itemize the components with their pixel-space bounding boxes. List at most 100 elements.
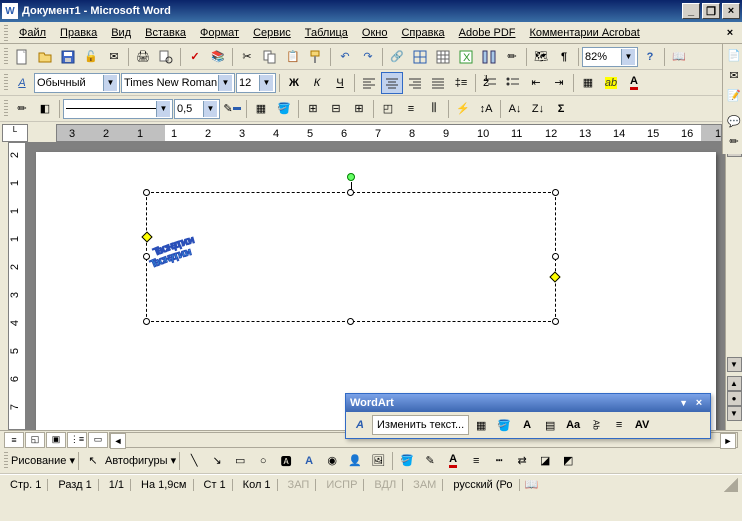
menu-table[interactable]: Таблица (299, 25, 354, 41)
spellcheck-button[interactable]: ✓ (184, 46, 206, 68)
rectangle-button[interactable]: ▭ (229, 450, 251, 472)
next-page-button[interactable]: ▼ (727, 406, 742, 421)
convert-and-email-button[interactable]: ✉ (725, 66, 742, 84)
align-top-left-button[interactable]: ◰ (377, 98, 399, 120)
line-style-combo[interactable]: ▼ (63, 99, 173, 119)
shading-color-button[interactable]: 🪣 (273, 98, 295, 120)
status-ext[interactable]: ВДЛ (368, 479, 403, 491)
split-cells-button[interactable]: ⊞ (348, 98, 370, 120)
edit-text-button[interactable]: Изменить текст... (372, 415, 469, 435)
vertical-scrollbar[interactable]: ▲ ▼ ▲ ● ▼ (725, 142, 742, 430)
char-spacing-button[interactable]: AV (631, 414, 653, 436)
align-left-button[interactable] (358, 72, 380, 94)
select-objects-button[interactable]: ↖ (82, 450, 104, 472)
acrobat-markup-button[interactable]: ✏ (725, 132, 742, 150)
text-direction-button[interactable]: ↕A (475, 98, 497, 120)
save-button[interactable] (57, 46, 79, 68)
resize-handle[interactable] (143, 318, 150, 325)
menu-adobe-pdf[interactable]: Adobe PDF (453, 25, 522, 41)
menu-insert[interactable]: Вставка (139, 25, 192, 41)
close-document-button[interactable]: × (722, 26, 738, 40)
reading-view-button[interactable]: ▭ (88, 432, 108, 448)
dropdown-icon[interactable]: ▼ (203, 101, 217, 117)
hyperlink-button[interactable]: 🔗 (386, 46, 408, 68)
autoformat-button[interactable]: ⚡ (452, 98, 474, 120)
font-combo[interactable]: Times New Roman▼ (121, 73, 235, 93)
line-weight-combo[interactable]: 0,5▼ (174, 99, 220, 119)
dropdown-icon[interactable]: ▼ (103, 75, 117, 91)
sort-desc-button[interactable]: Z↓ (527, 98, 549, 120)
rotate-handle[interactable] (347, 173, 355, 181)
horizontal-ruler[interactable]: 3211234567891011121314151617 (56, 124, 722, 142)
decrease-indent-button[interactable]: ⇤ (525, 72, 547, 94)
tables-borders-button[interactable] (409, 46, 431, 68)
redo-button[interactable]: ↷ (357, 46, 379, 68)
grip-icon[interactable] (4, 452, 8, 470)
scroll-left-button[interactable]: ◄ (110, 433, 126, 449)
underline-button[interactable]: Ч (329, 72, 351, 94)
shadow-style-button[interactable]: ◪ (534, 450, 556, 472)
style-combo[interactable]: Обычный▼ (34, 73, 120, 93)
open-button[interactable] (34, 46, 56, 68)
line-button[interactable]: ╲ (183, 450, 205, 472)
menu-edit[interactable]: Правка (54, 25, 103, 41)
email-button[interactable]: ✉ (103, 46, 125, 68)
scroll-right-button[interactable]: ► (720, 433, 736, 449)
wordart-shape-button[interactable]: A (516, 414, 538, 436)
new-doc-button[interactable] (11, 46, 33, 68)
insert-diagram-button[interactable]: ◉ (321, 450, 343, 472)
wordart-toolbar-title[interactable]: WordArt ▼ × (346, 394, 710, 412)
close-button[interactable]: × (722, 3, 740, 19)
outline-view-button[interactable]: ⋮≡ (67, 432, 87, 448)
font-color-button[interactable]: A (442, 450, 464, 472)
restore-button[interactable]: ❐ (702, 3, 720, 19)
research-button[interactable]: 📚 (207, 46, 229, 68)
autosum-button[interactable]: Σ (550, 98, 572, 120)
wordart-gallery-button[interactable]: ▦ (470, 414, 492, 436)
border-color-button[interactable]: ✎ (221, 98, 243, 120)
merge-cells-button[interactable]: ⊟ (325, 98, 347, 120)
3d-style-button[interactable]: ◩ (557, 450, 579, 472)
styles-pane-button[interactable]: A (11, 72, 33, 94)
same-letter-heights-button[interactable]: Aa (562, 414, 584, 436)
convert-and-review-button[interactable]: 📝 (725, 86, 742, 104)
outside-border-button[interactable]: ▦ (250, 98, 272, 120)
vertical-text-button[interactable]: Ab (585, 414, 607, 436)
status-ovr[interactable]: ЗАМ (407, 479, 443, 491)
resize-handle[interactable] (552, 189, 559, 196)
status-trk[interactable]: ИСПР (320, 479, 364, 491)
resize-handle[interactable] (143, 253, 150, 260)
format-painter-button[interactable] (305, 46, 327, 68)
print-preview-button[interactable] (155, 46, 177, 68)
insert-table-button[interactable]: ⊞ (302, 98, 324, 120)
align-center-button[interactable] (381, 72, 403, 94)
distribute-cols-button[interactable]: ⫼ (423, 98, 445, 120)
align-right-button[interactable] (404, 72, 426, 94)
eraser-button[interactable]: ◧ (34, 98, 56, 120)
line-color-button[interactable]: ✎ (419, 450, 441, 472)
arrow-button[interactable]: ↘ (206, 450, 228, 472)
help-button[interactable]: ? (639, 46, 661, 68)
toolbar-close-button[interactable]: × (692, 397, 706, 409)
insert-picture-button[interactable]: 🖼 (367, 450, 389, 472)
arrow-style-button[interactable]: ⇄ (511, 450, 533, 472)
insert-wordart-button[interactable]: A (298, 450, 320, 472)
print-layout-view-button[interactable]: ▣ (46, 432, 66, 448)
drawing-toggle-button[interactable]: ✏ (501, 46, 523, 68)
wordart-object[interactable]: Текст надписи (146, 192, 556, 322)
read-mode-button[interactable]: 📖 (668, 46, 690, 68)
dropdown-icon[interactable]: ▼ (218, 75, 232, 91)
distribute-rows-button[interactable]: ≡ (400, 98, 422, 120)
dropdown-icon[interactable]: ▼ (156, 101, 170, 117)
resize-handle[interactable] (347, 318, 354, 325)
tab-selector[interactable]: L (2, 124, 28, 142)
docmap-button[interactable]: 🗺 (530, 46, 552, 68)
resize-handle[interactable] (552, 318, 559, 325)
menu-format[interactable]: Формат (194, 25, 245, 41)
menu-window[interactable]: Окно (356, 25, 394, 41)
zoom-combo[interactable]: 82%▼ (582, 47, 638, 67)
grip-icon[interactable] (4, 48, 8, 66)
cut-button[interactable]: ✂ (236, 46, 258, 68)
vertical-ruler[interactable]: 2111234567 (8, 142, 26, 430)
line-spacing-button[interactable]: ‡≡ (450, 72, 472, 94)
